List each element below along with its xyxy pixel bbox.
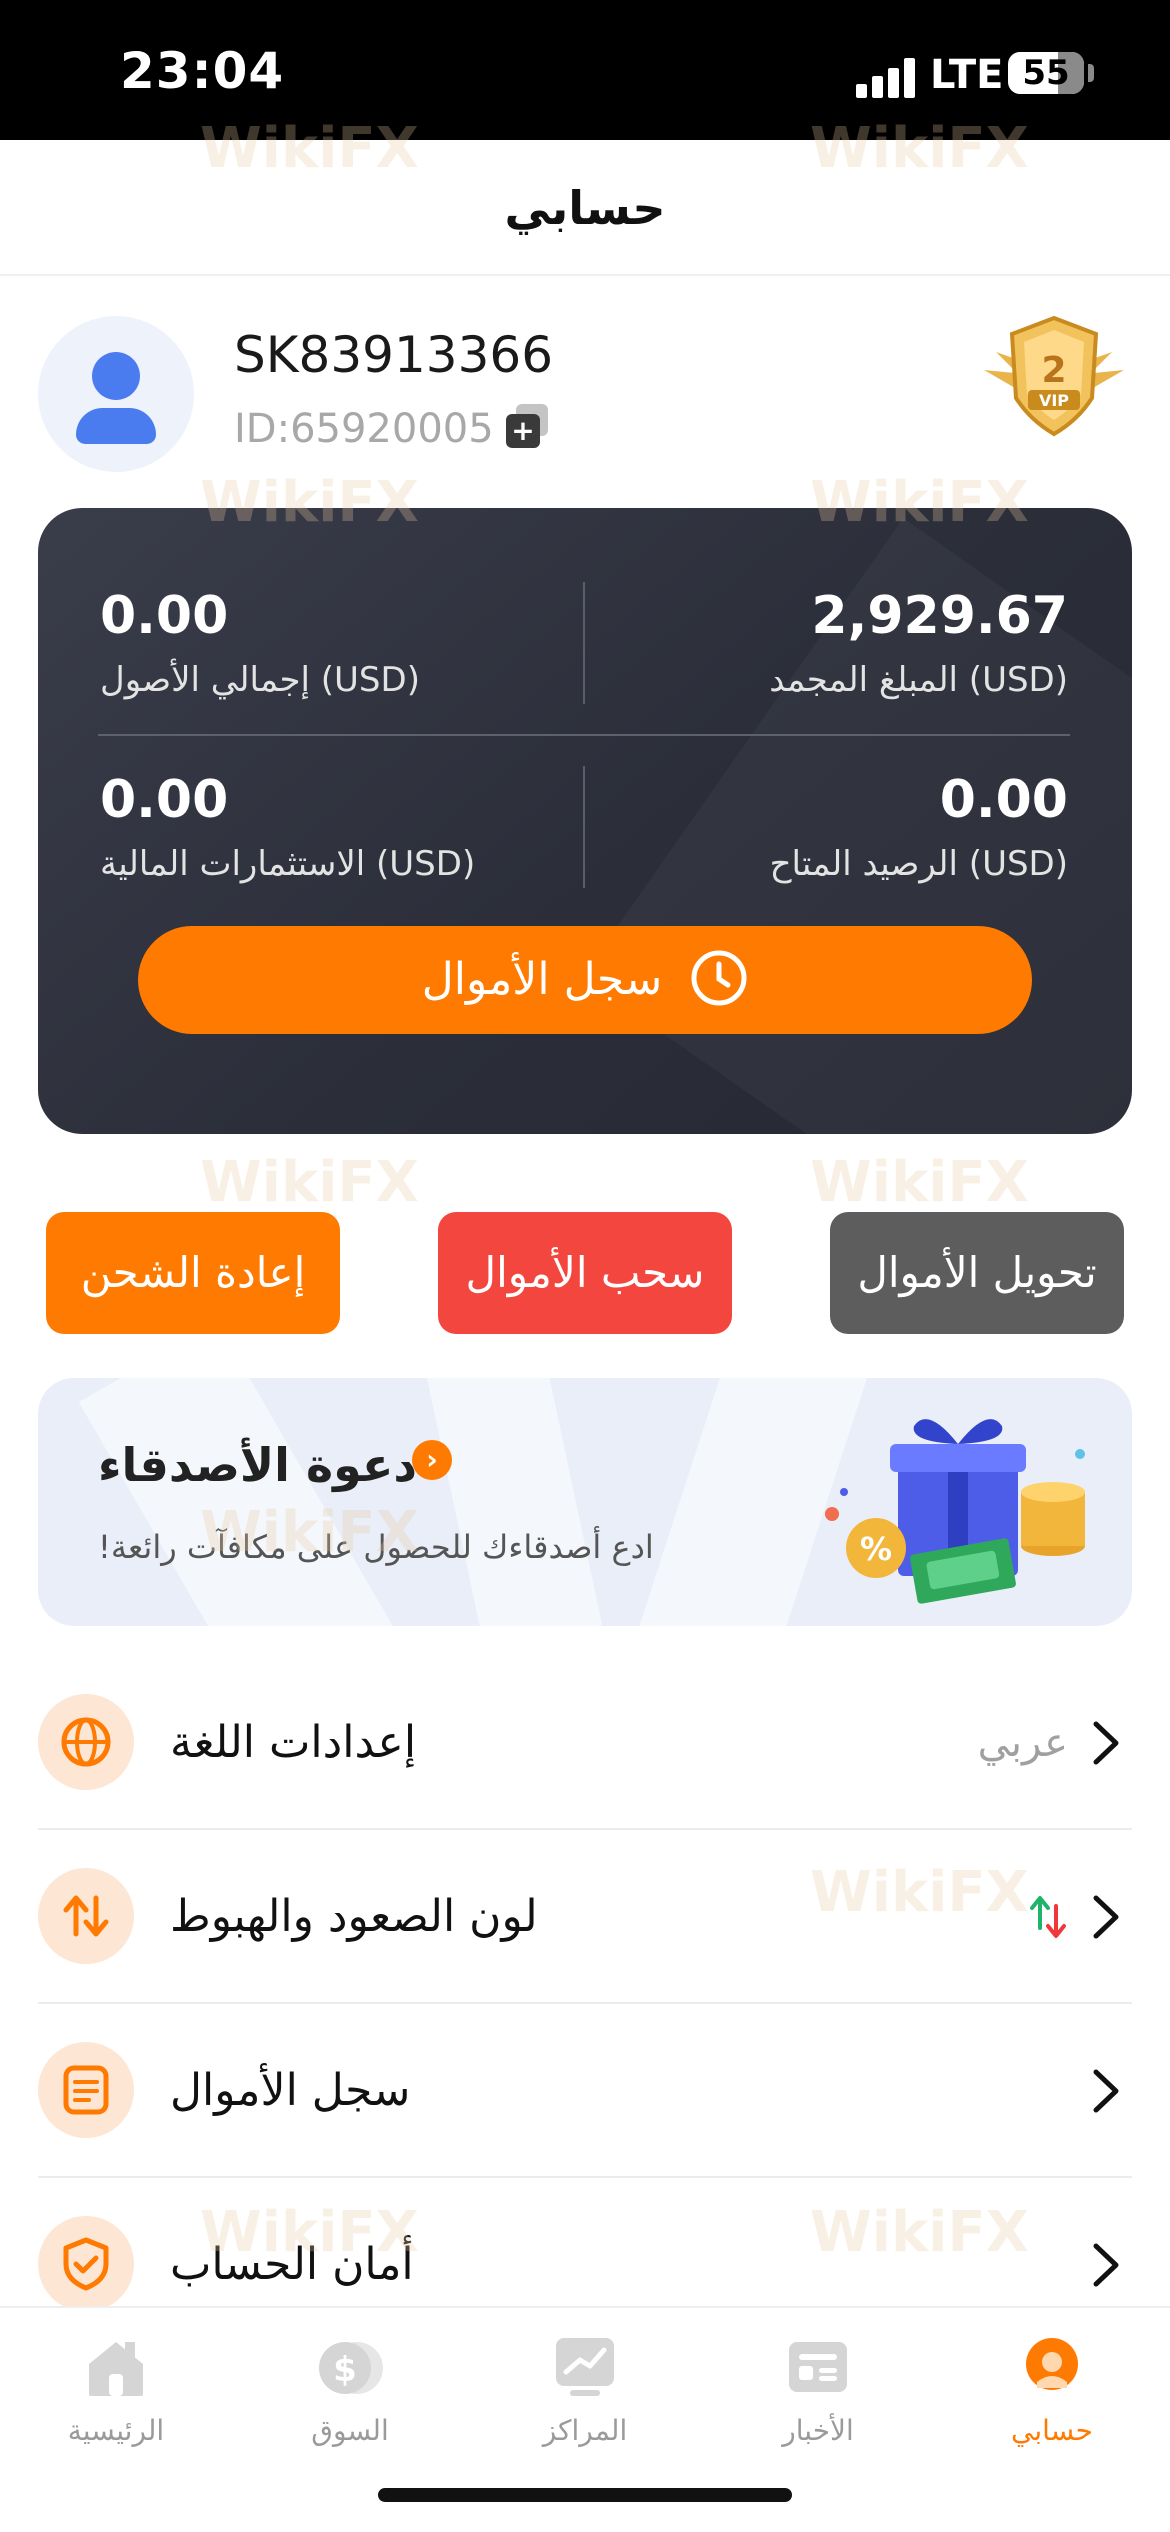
vertical-divider bbox=[583, 766, 585, 888]
user-icon bbox=[1026, 2338, 1078, 2390]
menu-label-language: إعدادات اللغة bbox=[170, 1717, 417, 1768]
invite-subtitle: !ادع أصدقاءك للحصول على مكافآت رائعة bbox=[98, 1528, 654, 1566]
user-id: ID:65920005 bbox=[234, 406, 494, 452]
tab-label-home: الرئيسية bbox=[67, 2414, 165, 2447]
chevron-right-icon bbox=[1093, 2069, 1119, 2113]
vip-badge-icon[interactable]: 2 VIP bbox=[978, 312, 1130, 442]
vip-level: 2 bbox=[1041, 350, 1066, 391]
avatar[interactable] bbox=[38, 316, 194, 472]
battery-icon: 55 bbox=[1008, 52, 1084, 94]
menu-label-color: لون الصعود والهبوط bbox=[170, 1891, 538, 1942]
transfer-button[interactable]: تحويل الأموال bbox=[830, 1212, 1124, 1334]
tab-label-market: السوق bbox=[311, 2414, 389, 2447]
home-icon bbox=[89, 2342, 143, 2396]
available-balance-label: الرصيد المتاح (USD) bbox=[769, 844, 1068, 884]
page-title: حسابي bbox=[504, 181, 666, 235]
tab-label-news: الأخبار bbox=[782, 2414, 854, 2447]
tab-label-account: حسابي bbox=[1011, 2414, 1093, 2447]
chevron-right-icon bbox=[1093, 2243, 1119, 2287]
tab-positions[interactable]: المراكز bbox=[495, 2334, 675, 2447]
vip-label: VIP bbox=[1039, 391, 1069, 410]
horizontal-divider bbox=[98, 734, 1070, 736]
frozen-amount-label: المبلغ المجمد (USD) bbox=[769, 660, 1068, 700]
clock-icon bbox=[691, 950, 747, 1006]
vertical-divider bbox=[583, 582, 585, 704]
tab-account[interactable]: حسابي bbox=[962, 2334, 1142, 2447]
total-assets: 0.00 إجمالي الأصول (USD) bbox=[100, 586, 420, 700]
menu-item-language[interactable]: إعدادات اللغة عربي bbox=[38, 1656, 1132, 1830]
gift-icon: % bbox=[825, 1419, 1085, 1604]
frozen-amount: 2,929.67 المبلغ المجمد (USD) bbox=[648, 586, 1068, 700]
withdraw-button[interactable]: سحب الأموال bbox=[438, 1212, 732, 1334]
funds-history-button[interactable]: سجل الأموال bbox=[138, 926, 1032, 1034]
menu-label-funds-log: سجل الأموال bbox=[170, 2065, 411, 2116]
nav-header: حسابي bbox=[0, 140, 1170, 276]
document-icon bbox=[38, 2042, 134, 2138]
status-time: 23:04 bbox=[120, 42, 285, 100]
battery-level: 55 bbox=[1022, 53, 1070, 93]
recharge-button[interactable]: إعادة الشحن bbox=[46, 1212, 340, 1334]
invite-title: دعوة الأصدقاء bbox=[98, 1438, 417, 1492]
available-balance: 0.00 الرصيد المتاح (USD) bbox=[648, 770, 1068, 884]
frozen-amount-value: 2,929.67 bbox=[811, 586, 1068, 646]
chevron-right-icon bbox=[1093, 1721, 1119, 1765]
investments: 0.00 الاستثمارات المالية (USD) bbox=[100, 770, 475, 884]
tab-label-positions: المراكز bbox=[542, 2414, 628, 2447]
svg-text:%: % bbox=[860, 1530, 892, 1568]
up-down-color-icon bbox=[1030, 1896, 1066, 1938]
newspaper-icon bbox=[789, 2342, 847, 2392]
network-type: LTE bbox=[930, 52, 1004, 98]
tab-news[interactable]: الأخبار bbox=[728, 2334, 908, 2447]
menu-item-funds-log[interactable]: سجل الأموال bbox=[38, 2004, 1132, 2178]
username: SK83913366 bbox=[234, 326, 554, 384]
chart-icon bbox=[556, 2338, 614, 2396]
menu-item-color[interactable]: لون الصعود والهبوط bbox=[38, 1830, 1132, 2004]
home-indicator bbox=[378, 2488, 792, 2502]
balance-card: 0.00 إجمالي الأصول (USD) 2,929.67 المبلغ… bbox=[38, 508, 1132, 1134]
chevron-right-icon: › bbox=[412, 1440, 452, 1480]
investments-label: الاستثمارات المالية (USD) bbox=[100, 844, 476, 884]
watermark: WikiFX bbox=[810, 1150, 1029, 1215]
tab-home[interactable]: الرئيسية bbox=[26, 2334, 206, 2447]
copy-icon[interactable]: + bbox=[506, 404, 550, 448]
globe-icon bbox=[38, 1694, 134, 1790]
signal-icon bbox=[856, 58, 916, 98]
language-value: عربي bbox=[977, 1720, 1068, 1766]
profile-section: SK83913366 ID:65920005 + 2 VIP bbox=[0, 276, 1170, 506]
available-balance-value: 0.00 bbox=[939, 770, 1068, 830]
status-bar: 23:04 LTE 55 bbox=[0, 0, 1170, 140]
svg-text:$: $ bbox=[333, 2350, 357, 2390]
invite-banner[interactable]: دعوة الأصدقاء › !ادع أصدقاءك للحصول على … bbox=[38, 1378, 1132, 1626]
watermark: WikiFX bbox=[200, 1150, 419, 1215]
investments-value: 0.00 bbox=[100, 770, 229, 830]
funds-history-label: سجل الأموال bbox=[421, 954, 663, 1005]
chevron-right-icon bbox=[1093, 1895, 1119, 1939]
swap-arrows-icon bbox=[38, 1868, 134, 1964]
total-assets-value: 0.00 bbox=[100, 586, 229, 646]
coin-icon: $ bbox=[319, 2342, 383, 2394]
total-assets-label: إجمالي الأصول (USD) bbox=[100, 660, 420, 700]
shield-icon bbox=[38, 2216, 134, 2312]
tab-market[interactable]: $ السوق bbox=[260, 2334, 440, 2447]
